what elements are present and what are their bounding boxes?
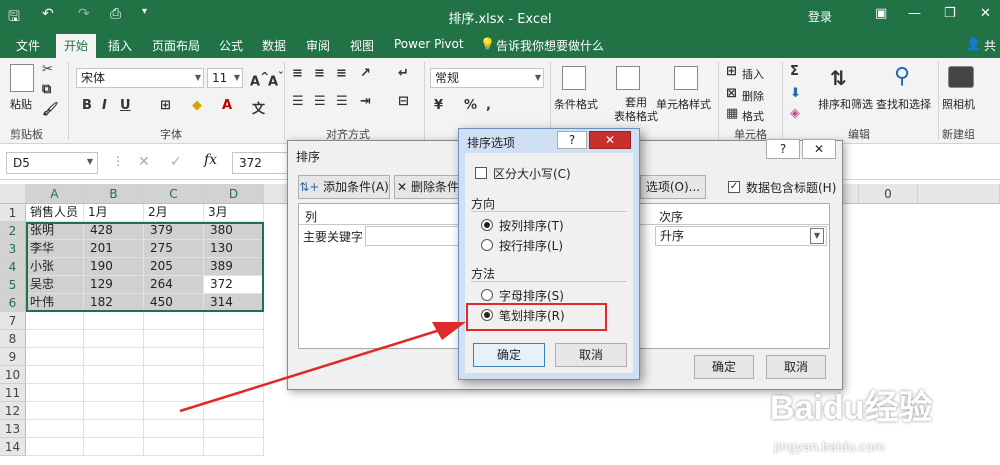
watermark: Baidu经验 jingyan.baidu.com: [770, 380, 1000, 465]
watermark-brand: Baidu经验: [770, 389, 933, 427]
watermark-url: jingyan.baidu.com: [774, 440, 885, 454]
